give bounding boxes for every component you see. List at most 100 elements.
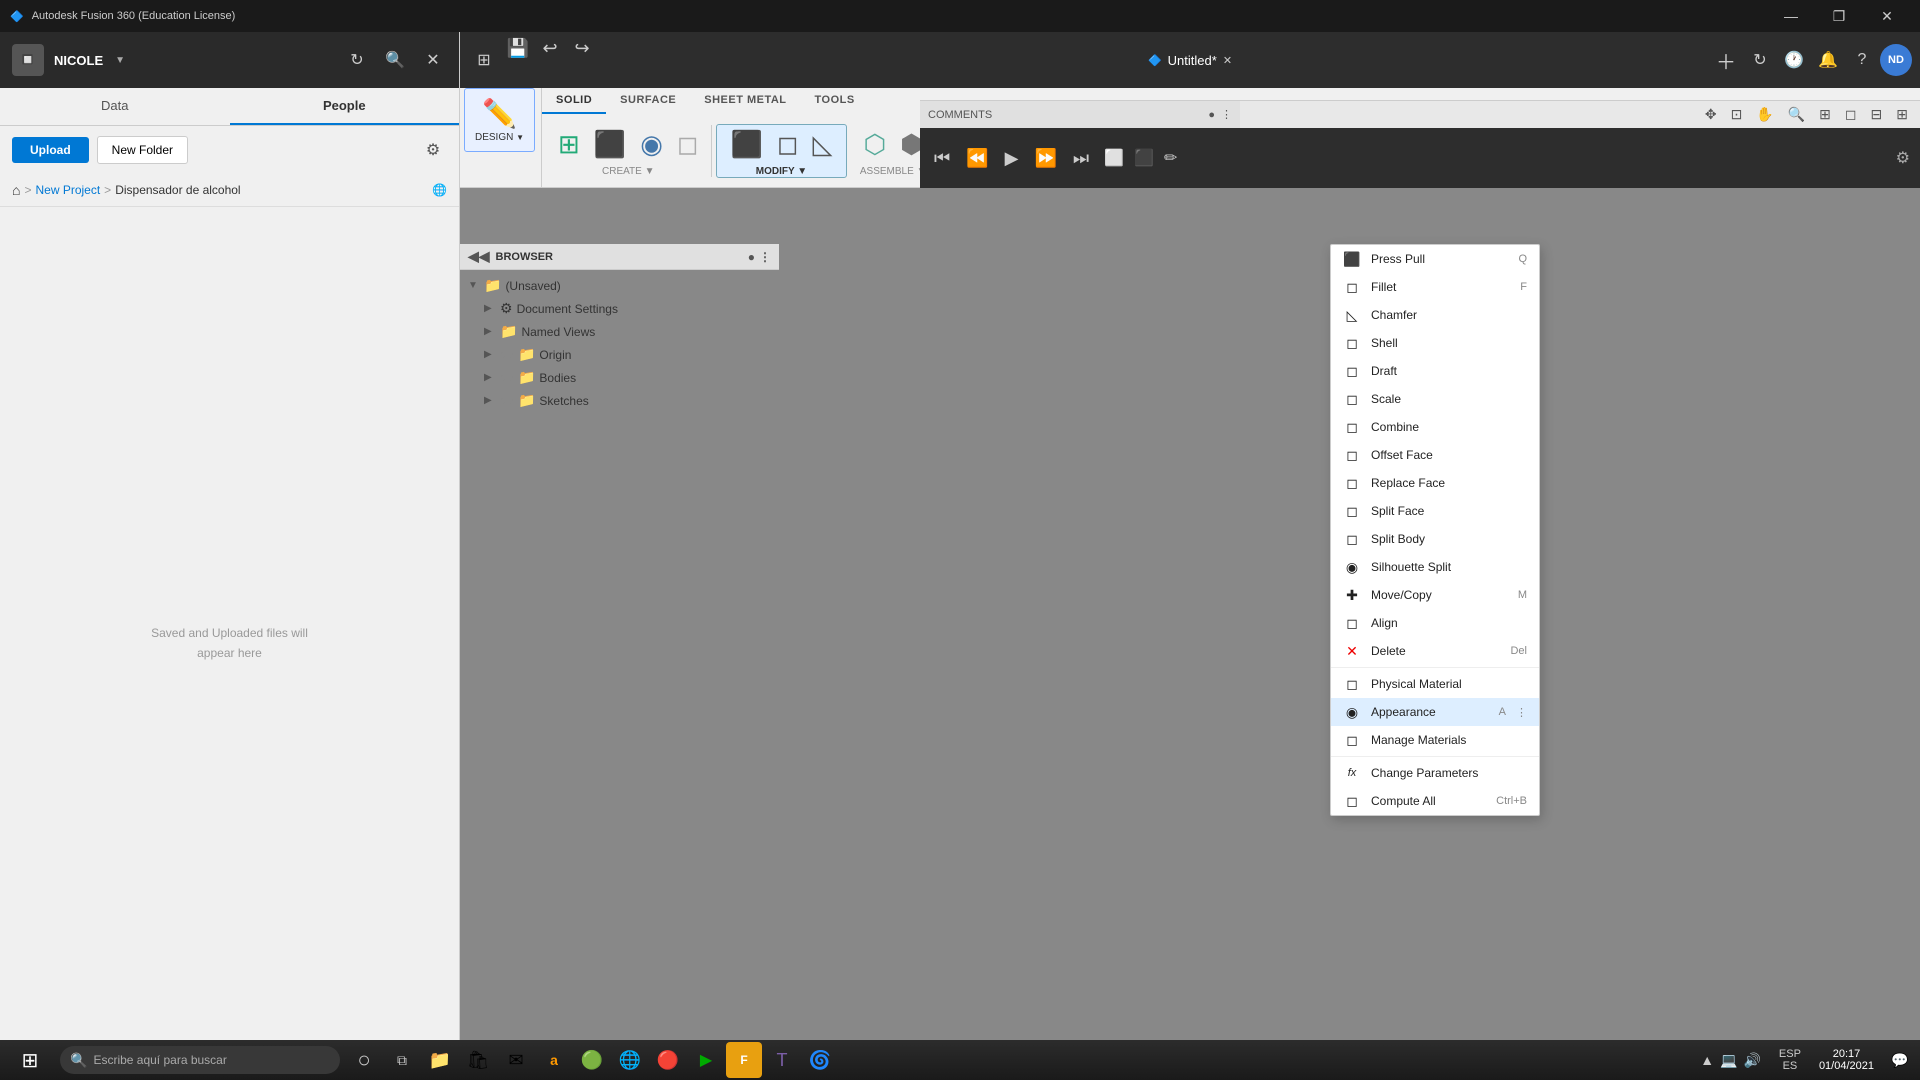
menu-item-manage-materials[interactable]: ◻ Manage Materials (1331, 726, 1539, 754)
ribbon-tab-sheet-metal[interactable]: SHEET METAL (690, 88, 800, 114)
settings-icon-unsaved[interactable]: ⚙ (760, 279, 771, 293)
menu-item-move-copy[interactable]: ✚ Move/Copy M (1331, 581, 1539, 609)
notification-icon[interactable]: 🔔 (1812, 44, 1844, 76)
taskbar-chrome[interactable]: 🔴 (650, 1042, 686, 1078)
undo-icon[interactable]: ↩ (534, 32, 566, 64)
help-icon[interactable]: ? (1846, 44, 1878, 76)
save-icon[interactable]: 💾 (502, 32, 534, 64)
avatar[interactable]: 🔲 (12, 44, 44, 76)
playback-end-icon[interactable]: ⏭ (1069, 144, 1093, 173)
vt-display-icon[interactable]: ◻ (1841, 104, 1861, 125)
menu-item-shell[interactable]: ◻ Shell (1331, 329, 1539, 357)
menu-item-scale[interactable]: ◻ Scale (1331, 385, 1539, 413)
menu-item-chamfer[interactable]: ◺ Chamfer (1331, 301, 1539, 329)
timeline-body-icon[interactable]: ⬛ (1131, 145, 1157, 171)
taskbar-app2[interactable]: 🌀 (802, 1042, 838, 1078)
refresh-icon[interactable]: ↻ (343, 46, 371, 74)
user-avatar-icon[interactable]: ND (1880, 44, 1912, 76)
menu-item-fillet[interactable]: ◻ Fillet F (1331, 273, 1539, 301)
ribbon-tab-solid[interactable]: SOLID (542, 88, 606, 114)
globe-icon[interactable]: 🌐 (432, 183, 447, 197)
timeline-select-icon[interactable]: ⬜ (1101, 145, 1127, 171)
tree-item-origin[interactable]: ▶ 👁 📁 Origin (460, 343, 779, 366)
menu-item-delete[interactable]: ✕ Delete Del (1331, 637, 1539, 665)
create-more-btn[interactable]: ◻ (671, 125, 705, 164)
menu-item-draft[interactable]: ◻ Draft (1331, 357, 1539, 385)
browser-toggle-icon[interactable]: ◀◀ (468, 248, 490, 265)
tab-people[interactable]: People (230, 88, 460, 125)
close-left-icon[interactable]: ✕ (419, 46, 447, 74)
menu-item-compute-all[interactable]: ◻ Compute All Ctrl+B (1331, 787, 1539, 815)
browser-view-icon[interactable]: ● (748, 250, 755, 264)
playback-start-icon[interactable]: ⏮ (930, 144, 954, 173)
menu-item-physical-material[interactable]: ◻ Physical Material (1331, 670, 1539, 698)
menu-item-appearance[interactable]: ◉ Appearance A ⋮ (1331, 698, 1539, 726)
taskbar-app1[interactable]: 🟢 (574, 1042, 610, 1078)
vis-icon-bodies[interactable]: 👁 (500, 371, 514, 384)
search-bar[interactable]: 🔍 Escribe aquí para buscar (60, 1046, 340, 1074)
minimize-button[interactable]: — (1768, 0, 1814, 32)
taskbar-explorer[interactable]: 📁 (422, 1042, 458, 1078)
new-folder-button[interactable]: New Folder (97, 136, 188, 164)
history-icon[interactable]: 🕐 (1778, 44, 1810, 76)
taskbar-taskview[interactable]: ⧉ (384, 1042, 420, 1078)
menu-item-change-params[interactable]: fx Change Parameters (1331, 759, 1539, 787)
taskbar-cortana[interactable]: ○ (346, 1042, 382, 1078)
timeline-sketch-icon[interactable]: ✏ (1161, 145, 1180, 171)
menu-item-combine[interactable]: ◻ Combine (1331, 413, 1539, 441)
design-button[interactable]: ✏️ DESIGN ▼ (464, 88, 535, 152)
vis-icon-sketches[interactable]: 👁 (500, 394, 514, 407)
tray-volume-icon[interactable]: 🔊 (1741, 1050, 1762, 1071)
search-icon[interactable]: 🔍 (381, 46, 409, 74)
vt-grid-icon[interactable]: ⊟ (1867, 104, 1887, 125)
vt-pan-icon[interactable]: ✋ (1752, 104, 1777, 125)
clock[interactable]: 20:17 01/04/2021 (1809, 1048, 1884, 1072)
modify-group-label[interactable]: MODIFY ▼ (756, 166, 807, 177)
vt-move-icon[interactable]: ✥ (1701, 104, 1721, 125)
apps-icon[interactable]: ⊞ (468, 44, 500, 76)
vt-grid2-icon[interactable]: ⊞ (1892, 104, 1912, 125)
ribbon-tab-tools[interactable]: TOOLS (801, 88, 869, 114)
playback-prev-icon[interactable]: ⏪ (962, 144, 992, 173)
breadcrumb-project-link[interactable]: New Project (35, 183, 100, 197)
taskbar-store[interactable]: 🛍 (460, 1042, 496, 1078)
vt-zoom-fit-icon[interactable]: ⊞ (1815, 104, 1835, 125)
modify-fillet-btn[interactable]: ◻ (771, 125, 805, 164)
menu-item-press-pull[interactable]: ⬛ Press Pull Q (1331, 245, 1539, 273)
tree-item-sketches[interactable]: ▶ 👁 📁 Sketches (460, 389, 779, 412)
modify-chamfer-btn[interactable]: ◺ (806, 125, 838, 164)
taskbar-edge[interactable]: 🌐 (612, 1042, 648, 1078)
create-revolve-btn[interactable]: ◉ (634, 125, 669, 164)
tray-arrow-icon[interactable]: ▲ (1698, 1050, 1716, 1070)
start-button[interactable]: ⊞ (6, 1040, 54, 1080)
menu-item-silhouette-split[interactable]: ◉ Silhouette Split (1331, 553, 1539, 581)
create-extrude-btn[interactable]: ⬛ (588, 125, 632, 164)
playback-play-icon[interactable]: ▶ (1001, 144, 1023, 173)
comments-toggle-icon[interactable]: ⋮ (1221, 108, 1232, 121)
username-label[interactable]: NICOLE (54, 53, 103, 68)
menu-item-split-body[interactable]: ◻ Split Body (1331, 525, 1539, 553)
modify-press-pull-btn[interactable]: ⬛ (725, 125, 769, 164)
vis-icon-origin[interactable]: 👁 (500, 348, 514, 361)
menu-item-replace-face[interactable]: ◻ Replace Face (1331, 469, 1539, 497)
vt-zoom-icon[interactable]: 🔍 (1784, 104, 1809, 125)
menu-item-split-face[interactable]: ◻ Split Face (1331, 497, 1539, 525)
tree-item-bodies[interactable]: ▶ 👁 📁 Bodies (460, 366, 779, 389)
menu-item-offset-face[interactable]: ◻ Offset Face (1331, 441, 1539, 469)
playback-next-icon[interactable]: ⏩ (1030, 144, 1060, 173)
create-new-body-btn[interactable]: ⊞ (552, 125, 586, 164)
timeline-settings-icon[interactable]: ⚙ (1896, 148, 1910, 168)
appearance-more-icon[interactable]: ⋮ (1516, 706, 1527, 719)
browser-more-icon[interactable]: ⋮ (759, 250, 771, 264)
tab-data[interactable]: Data (0, 88, 230, 125)
taskbar-amazon[interactable]: a (536, 1042, 572, 1078)
upload-button[interactable]: Upload (12, 137, 89, 163)
panel-settings-icon[interactable]: ⚙ (419, 136, 447, 164)
tree-item-unsaved[interactable]: ▼ 📁 (Unsaved) ● ⚙ (460, 274, 779, 297)
add-document-icon[interactable]: ＋ (1710, 44, 1742, 76)
notification-button[interactable]: 💬 (1886, 1040, 1914, 1080)
tree-item-named-views[interactable]: ▶ 📁 Named Views (460, 320, 779, 343)
refresh-icon[interactable]: ↻ (1744, 44, 1776, 76)
doc-close-icon[interactable]: ✕ (1223, 54, 1232, 67)
vt-orbit-icon[interactable]: ⊡ (1727, 104, 1747, 125)
